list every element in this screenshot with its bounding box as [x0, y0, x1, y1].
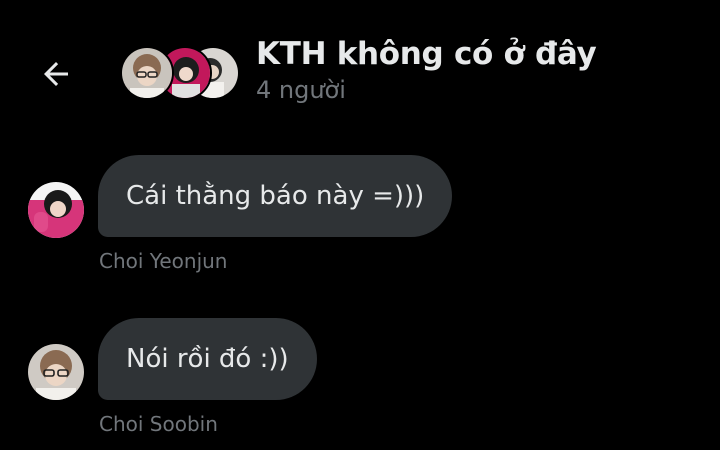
message-text: Cái thằng báo này =))) — [126, 181, 425, 211]
back-button[interactable] — [36, 54, 76, 94]
conversation-title[interactable]: KTH không có ở đây — [256, 36, 597, 72]
avatar[interactable] — [28, 182, 84, 238]
message-bubble[interactable]: Cái thằng báo này =))) — [98, 155, 453, 237]
sender-name: Choi Soobin — [99, 412, 218, 436]
avatar[interactable] — [28, 344, 84, 400]
sender-name: Choi Yeonjun — [99, 249, 228, 273]
group-avatar-1 — [120, 46, 174, 100]
group-avatars[interactable] — [120, 46, 240, 100]
arrow-left-icon — [44, 62, 68, 86]
participant-count: 4 người — [256, 76, 346, 104]
conversation-screen: KTH không có ở đây 4 người Cái thằng báo… — [0, 0, 720, 450]
message-bubble[interactable]: Nói rồi đó :)) — [98, 318, 317, 400]
message-text: Nói rồi đó :)) — [126, 344, 289, 374]
